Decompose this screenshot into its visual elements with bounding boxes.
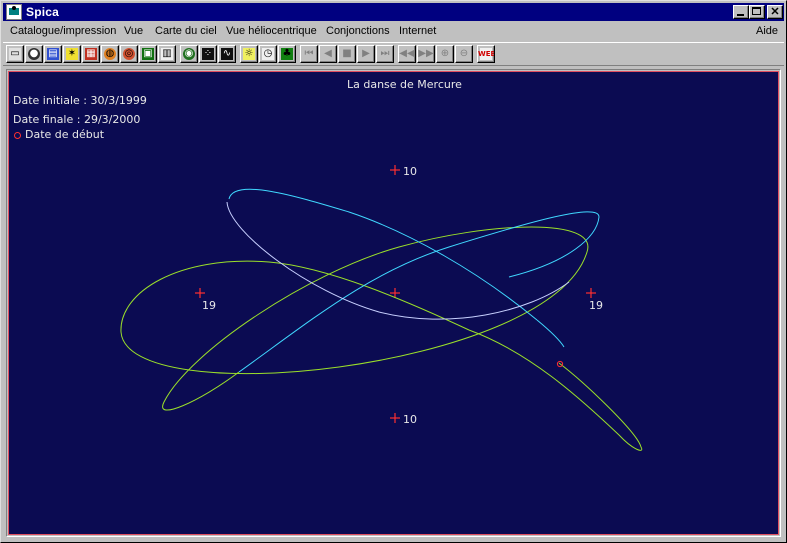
menu-vue-heliocentrique[interactable]: Vue héliocentrique [226, 25, 317, 37]
path-segment-2 [120, 226, 589, 411]
table-button[interactable]: ▥ [158, 45, 176, 63]
start-marker-legend-icon [14, 132, 21, 139]
star-yellow-icon: ✶ [67, 48, 77, 59]
rewind-icon: ◀◀ [399, 48, 415, 59]
title-bar[interactable]: Spica ✕ [3, 3, 784, 21]
clock-button[interactable]: ◷ [259, 45, 277, 63]
zoom-out-icon: ⊖ [459, 48, 469, 59]
landscape-icon: ▤ [48, 48, 58, 59]
reference-label-right: 19 [589, 299, 603, 312]
spica-window: Spica ✕ Catalogue/impression Vue Carte d… [0, 0, 787, 543]
reference-label-top: 10 [403, 165, 417, 178]
zoom-in-icon: ⊕ [440, 48, 450, 59]
constellation-icon: ▦ [86, 48, 96, 59]
previous-frame-button[interactable]: ◀ [319, 45, 337, 63]
globe-dark-button[interactable]: ● [25, 45, 43, 63]
sun-image-icon: ☼ [244, 48, 254, 59]
saturn-button[interactable]: ◎ [120, 45, 138, 63]
saturn-icon: ◎ [124, 48, 134, 59]
fast-forward-icon: ▶▶ [418, 48, 434, 59]
fast-forward-button[interactable]: ▶▶ [417, 45, 435, 63]
chart-title: La danse de Mercure [347, 78, 462, 91]
star-yellow-button[interactable]: ✶ [63, 45, 81, 63]
path-segment-6 [536, 319, 565, 348]
start-date-label: Date initiale : 30/3/1999 [13, 94, 147, 107]
first-frame-icon: ⏮ [304, 48, 314, 59]
menu-conjonctions[interactable]: Conjonctions [326, 25, 390, 37]
path-segment-3 [238, 211, 600, 373]
planet-orange-icon: ◍ [105, 48, 115, 59]
sky-view[interactable]: 10 19 19 10 La danse de Mercure Date initia… [8, 71, 779, 535]
menu-carte-du-ciel[interactable]: Carte du ciel [155, 25, 217, 37]
tree-icon: ♣ [282, 48, 292, 59]
mercury-path-plot: 10 19 19 10 [120, 165, 643, 451]
earth-button[interactable]: ◉ [180, 45, 198, 63]
web-icon: WEB [478, 50, 495, 58]
last-frame-icon: ⏭ [380, 48, 390, 59]
menu-aide[interactable]: Aide [756, 25, 778, 37]
end-date-label: Date finale : 29/3/2000 [13, 113, 141, 126]
stop-icon: ■ [342, 48, 352, 59]
reference-label-left: 19 [202, 299, 216, 312]
printer-button[interactable]: ▭ [6, 45, 24, 63]
printer-icon: ▭ [10, 48, 20, 59]
previous-frame-icon: ◀ [324, 48, 332, 59]
clock-icon: ◷ [263, 48, 273, 59]
menu-internet[interactable]: Internet [399, 25, 436, 37]
zoom-in-button[interactable]: ⊕ [436, 45, 454, 63]
globe-dark-icon: ● [29, 48, 39, 59]
landscape-button[interactable]: ▤ [44, 45, 62, 63]
constellation-button[interactable]: ▦ [82, 45, 100, 63]
app-icon[interactable] [6, 4, 22, 20]
menu-vue[interactable]: Vue [124, 25, 143, 37]
sky-dots-icon: ⁘ [203, 48, 213, 59]
planet-orange-button[interactable]: ◍ [101, 45, 119, 63]
grid-monitor-button[interactable]: ▣ [139, 45, 157, 63]
sky-view-frame: 10 19 19 10 La danse de Mercure Date initia… [6, 69, 781, 537]
window-title: Spica [26, 5, 60, 19]
maximize-icon [752, 7, 761, 15]
next-frame-button[interactable]: ▶ [357, 45, 375, 63]
zoom-out-button[interactable]: ⊖ [455, 45, 473, 63]
earth-icon: ◉ [184, 48, 194, 59]
minimize-icon [737, 14, 744, 16]
tree-button[interactable]: ♣ [278, 45, 296, 63]
close-button[interactable]: ✕ [767, 5, 783, 19]
menu-catalogue[interactable]: Catalogue/impression [10, 25, 116, 37]
grid-monitor-icon: ▣ [143, 48, 153, 59]
path-segment-4 [228, 188, 538, 321]
minimize-button[interactable] [733, 5, 749, 19]
menu-bar: Catalogue/impression Vue Carte du ciel V… [3, 22, 784, 42]
legend-label: Date de début [25, 128, 105, 141]
next-frame-icon: ▶ [362, 48, 370, 59]
stop-button[interactable]: ■ [338, 45, 356, 63]
orbit-chart-icon: ∿ [222, 48, 232, 59]
path-segment-1 [468, 329, 643, 451]
reference-label-bottom: 10 [403, 413, 417, 426]
web-button[interactable]: WEB [477, 45, 495, 63]
sky-dots-button[interactable]: ⁘ [199, 45, 217, 63]
toolbar: ▭ ● ▤ ✶ ▦ ◍ ◎ ▣ ▥ ◉ ⁘ ∿ ☼ ◷ ♣ ⏮ ◀ ■ ▶ ⏭ ◀◀ ▶▶ ⊕ ⊖ WEB [3, 42, 784, 66]
maximize-button[interactable] [749, 5, 765, 19]
last-frame-button[interactable]: ⏭ [376, 45, 394, 63]
sun-image-button[interactable]: ☼ [240, 45, 258, 63]
close-icon: ✕ [770, 6, 780, 18]
rewind-button[interactable]: ◀◀ [398, 45, 416, 63]
orbit-chart-button[interactable]: ∿ [218, 45, 236, 63]
table-icon: ▥ [162, 48, 172, 59]
first-frame-button[interactable]: ⏮ [300, 45, 318, 63]
